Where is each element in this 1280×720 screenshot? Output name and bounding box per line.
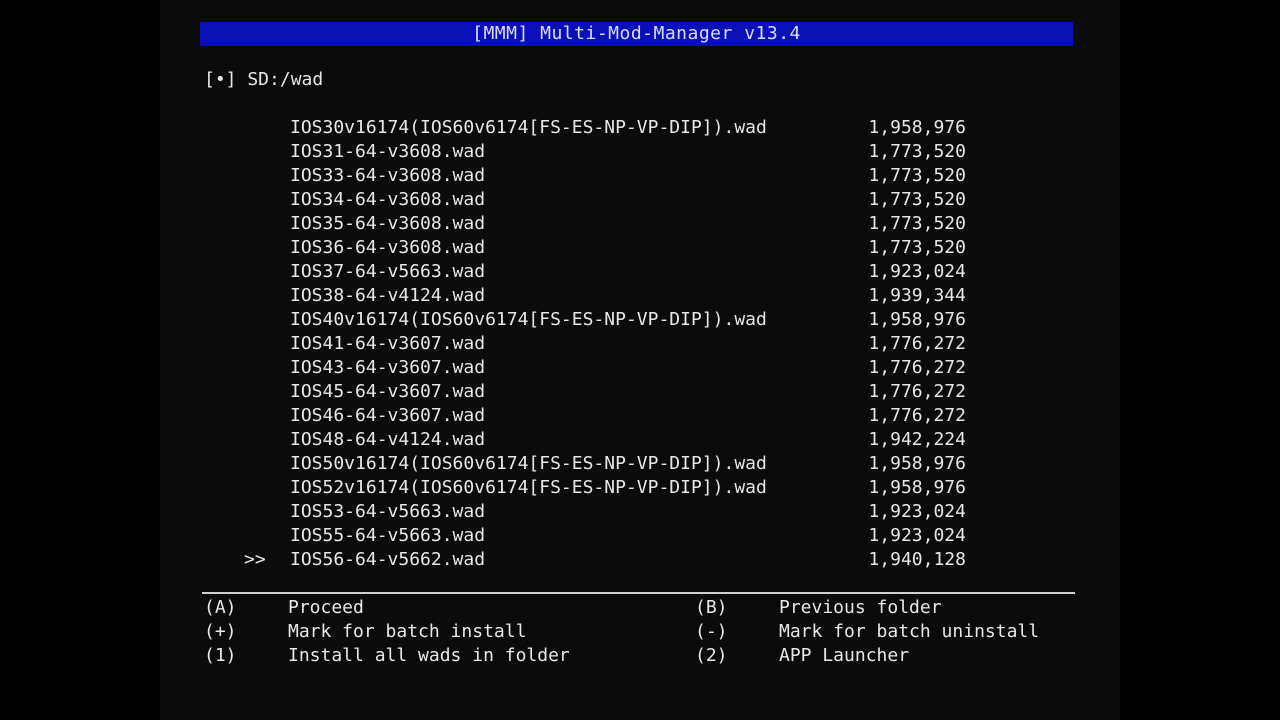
file-size: 1,940,128 bbox=[868, 549, 966, 570]
file-size: 1,958,976 bbox=[868, 117, 966, 138]
file-name: IOS31-64-v3608.wad bbox=[290, 141, 486, 162]
file-row[interactable]: IOS48-64-v4124.wad 1,942,224 bbox=[160, 428, 1120, 452]
help-label: Proceed bbox=[288, 597, 364, 618]
file-row[interactable]: IOS31-64-v3608.wad 1,773,520 bbox=[160, 140, 1120, 164]
file-name: IOS46-64-v3607.wad bbox=[290, 405, 486, 426]
file-name: IOS43-64-v3607.wad bbox=[290, 357, 486, 378]
file-name: IOS48-64-v4124.wad bbox=[290, 429, 486, 450]
file-size: 1,773,520 bbox=[868, 189, 966, 210]
file-row[interactable]: IOS43-64-v3607.wad 1,776,272 bbox=[160, 356, 1120, 380]
file-size: 1,958,976 bbox=[868, 453, 966, 474]
file-row[interactable]: IOS35-64-v3608.wad 1,773,520 bbox=[160, 212, 1120, 236]
file-name: IOS37-64-v5663.wad bbox=[290, 261, 486, 282]
file-row[interactable]: IOS52v16174(IOS60v6174[FS-ES-NP-VP-DIP])… bbox=[160, 476, 1120, 500]
file-name: IOS52v16174(IOS60v6174[FS-ES-NP-VP-DIP])… bbox=[290, 477, 767, 498]
file-row[interactable]: IOS36-64-v3608.wad 1,773,520 bbox=[160, 236, 1120, 260]
help-label: Mark for batch install bbox=[288, 621, 527, 642]
file-size: 1,776,272 bbox=[868, 381, 966, 402]
help-label: Previous folder bbox=[779, 597, 942, 618]
file-size: 1,776,272 bbox=[868, 405, 966, 426]
current-path: [•] SD:/wad bbox=[204, 69, 324, 90]
file-row[interactable]: IOS55-64-v5663.wad 1,923,024 bbox=[160, 524, 1120, 548]
help-row: (A) Proceed (B) Previous folder bbox=[160, 596, 1120, 620]
file-size: 1,923,024 bbox=[868, 501, 966, 522]
file-size: 1,773,520 bbox=[868, 213, 966, 234]
app-title-bar: [MMM] Multi-Mod-Manager v13.4 bbox=[200, 22, 1073, 46]
file-size: 1,939,344 bbox=[868, 285, 966, 306]
mmm-screen: [MMM] Multi-Mod-Manager v13.4 [•] SD:/wa… bbox=[160, 0, 1120, 720]
help-row: (1) Install all wads in folder (2) APP Laun… bbox=[160, 644, 1120, 668]
help-key: (A) bbox=[204, 597, 237, 618]
file-size: 1,776,272 bbox=[868, 333, 966, 354]
help-key: (B) bbox=[695, 597, 728, 618]
divider bbox=[202, 592, 1075, 594]
file-name: IOS35-64-v3608.wad bbox=[290, 213, 486, 234]
file-row[interactable]: IOS33-64-v3608.wad 1,773,520 bbox=[160, 164, 1120, 188]
file-size: 1,923,024 bbox=[868, 261, 966, 282]
file-name: IOS45-64-v3607.wad bbox=[290, 381, 486, 402]
help-key: (2) bbox=[695, 645, 728, 666]
help-key: (-) bbox=[695, 621, 728, 642]
file-size: 1,942,224 bbox=[868, 429, 966, 450]
file-name: IOS36-64-v3608.wad bbox=[290, 237, 486, 258]
file-size: 1,773,520 bbox=[868, 165, 966, 186]
help-key: (+) bbox=[204, 621, 237, 642]
selection-cursor: >> bbox=[244, 549, 266, 570]
help-row: (+) Mark for batch install (-) Mark for bat… bbox=[160, 620, 1120, 644]
file-size: 1,958,976 bbox=[868, 477, 966, 498]
file-size: 1,773,520 bbox=[868, 237, 966, 258]
file-row[interactable]: IOS53-64-v5663.wad 1,923,024 bbox=[160, 500, 1120, 524]
file-name: IOS40v16174(IOS60v6174[FS-ES-NP-VP-DIP])… bbox=[290, 309, 767, 330]
file-row[interactable]: IOS38-64-v4124.wad 1,939,344 bbox=[160, 284, 1120, 308]
file-name: IOS41-64-v3607.wad bbox=[290, 333, 486, 354]
file-size: 1,958,976 bbox=[868, 309, 966, 330]
file-name: IOS33-64-v3608.wad bbox=[290, 165, 486, 186]
file-name: IOS56-64-v5662.wad bbox=[290, 549, 486, 570]
file-size: 1,773,520 bbox=[868, 141, 966, 162]
file-name: IOS55-64-v5663.wad bbox=[290, 525, 486, 546]
file-name: IOS38-64-v4124.wad bbox=[290, 285, 486, 306]
file-size: 1,776,272 bbox=[868, 357, 966, 378]
help-label: Install all wads in folder bbox=[288, 645, 570, 666]
file-name: IOS30v16174(IOS60v6174[FS-ES-NP-VP-DIP])… bbox=[290, 117, 767, 138]
file-name: IOS34-64-v3608.wad bbox=[290, 189, 486, 210]
file-row[interactable]: IOS41-64-v3607.wad 1,776,272 bbox=[160, 332, 1120, 356]
controls-help: (A) Proceed (B) Previous folder (+) Mark for … bbox=[160, 596, 1120, 668]
file-row[interactable]: IOS40v16174(IOS60v6174[FS-ES-NP-VP-DIP])… bbox=[160, 308, 1120, 332]
wad-file-list: IOS30v16174(IOS60v6174[FS-ES-NP-VP-DIP])… bbox=[160, 116, 1120, 572]
help-label: APP Launcher bbox=[779, 645, 910, 666]
file-name: IOS50v16174(IOS60v6174[FS-ES-NP-VP-DIP])… bbox=[290, 453, 767, 474]
file-row[interactable]: IOS34-64-v3608.wad 1,773,520 bbox=[160, 188, 1120, 212]
help-key: (1) bbox=[204, 645, 237, 666]
file-row[interactable]: IOS30v16174(IOS60v6174[FS-ES-NP-VP-DIP])… bbox=[160, 116, 1120, 140]
file-size: 1,923,024 bbox=[868, 525, 966, 546]
file-row[interactable]: IOS46-64-v3607.wad 1,776,272 bbox=[160, 404, 1120, 428]
file-row[interactable]: IOS50v16174(IOS60v6174[FS-ES-NP-VP-DIP])… bbox=[160, 452, 1120, 476]
file-name: IOS53-64-v5663.wad bbox=[290, 501, 486, 522]
file-row-selected[interactable]: >> IOS56-64-v5662.wad 1,940,128 bbox=[160, 548, 1120, 572]
file-row[interactable]: IOS45-64-v3607.wad 1,776,272 bbox=[160, 380, 1120, 404]
file-row[interactable]: IOS37-64-v5663.wad 1,923,024 bbox=[160, 260, 1120, 284]
help-label: Mark for batch uninstall bbox=[779, 621, 1040, 642]
